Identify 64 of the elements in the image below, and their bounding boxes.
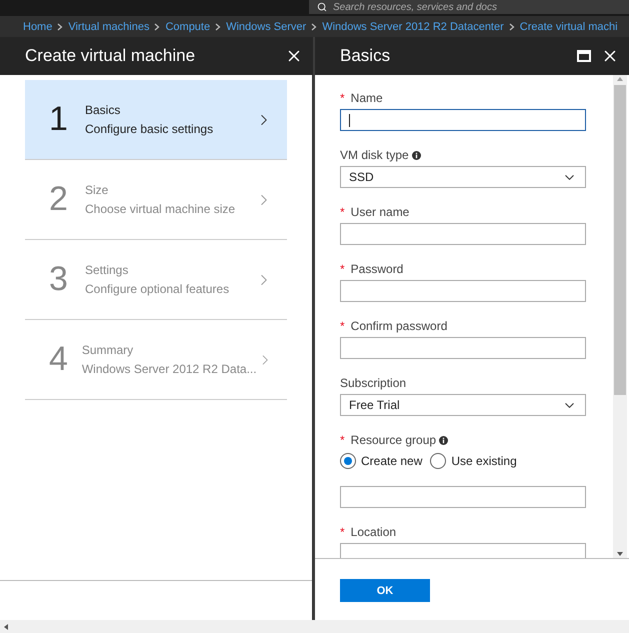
- maximize-button[interactable]: [577, 50, 591, 62]
- chevron-right-icon: [215, 22, 222, 30]
- field-label: Location: [350, 525, 396, 539]
- radio-option[interactable]: Use existing: [430, 453, 517, 469]
- horizontal-scrollbar[interactable]: [0, 620, 629, 633]
- breadcrumb-link[interactable]: Windows Server: [226, 20, 306, 32]
- search-icon: [317, 2, 327, 12]
- input-field[interactable]: [340, 109, 586, 131]
- step-number: 1: [49, 100, 69, 139]
- field-label: Resource group: [350, 433, 436, 447]
- step-title: Summary: [82, 343, 134, 357]
- required-mark: *: [340, 433, 345, 447]
- required-mark: *: [340, 319, 345, 333]
- scrollbar[interactable]: [613, 75, 627, 558]
- required-mark: *: [340, 91, 345, 105]
- breadcrumb-link[interactable]: Virtual machines: [68, 20, 150, 32]
- step-number: 2: [49, 180, 69, 219]
- scroll-down-icon[interactable]: [616, 550, 624, 558]
- step-subtitle: Windows Server 2012 R2 Data...: [82, 362, 257, 376]
- radio-button[interactable]: [430, 453, 446, 469]
- step-subtitle: Configure optional features: [85, 282, 230, 296]
- chevron-right-icon: [154, 22, 160, 30]
- breadcrumb-link[interactable]: Windows Server 2012 R2 Datacenter: [322, 20, 504, 32]
- chevron-right-icon: [508, 22, 515, 30]
- radio-label: Use existing: [451, 454, 517, 468]
- search-field[interactable]: Search resources, services and docs: [309, 0, 629, 14]
- input-field[interactable]: [340, 486, 586, 508]
- scroll-left-icon[interactable]: [3, 622, 9, 630]
- dropdown[interactable]: SSD: [340, 166, 586, 188]
- field-label: User name: [350, 205, 410, 219]
- radio-label: Create new: [361, 454, 422, 468]
- step-title: Basics: [85, 103, 122, 117]
- input-field[interactable]: [340, 280, 586, 302]
- radio-button[interactable]: [340, 453, 356, 469]
- dropdown[interactable]: Free Trial: [340, 394, 586, 416]
- required-mark: *: [340, 525, 345, 539]
- step-title: Settings: [85, 263, 130, 277]
- input-field[interactable]: [340, 223, 586, 245]
- wizard-step[interactable]: 1 Basics Configure basic settings: [25, 80, 287, 160]
- step-number: 3: [49, 260, 69, 299]
- chevron-right-icon: [57, 22, 64, 30]
- required-mark: *: [340, 205, 345, 219]
- breadcrumb-link[interactable]: Home: [23, 20, 52, 32]
- breadcrumb-link[interactable]: Compute: [165, 20, 210, 32]
- required-mark: *: [340, 262, 345, 276]
- step-title: Size: [85, 183, 110, 197]
- blade-title: Basics: [340, 46, 392, 66]
- chevron-right-icon: [311, 22, 318, 30]
- text-cursor: [349, 114, 350, 126]
- info-icon[interactable]: [439, 436, 448, 444]
- breadcrumb-link[interactable]: Create virtual machi: [520, 20, 618, 32]
- radio-option[interactable]: Create new: [340, 453, 422, 469]
- blade-title: Create virtual machine: [25, 46, 196, 66]
- input-field[interactable]: [340, 337, 586, 359]
- field-label: Password: [350, 262, 404, 276]
- field-label: Name: [350, 91, 383, 105]
- ok-button[interactable]: OK: [340, 579, 430, 602]
- step-subtitle: Choose virtual machine size: [85, 202, 236, 216]
- step-number: 4: [49, 340, 69, 379]
- field-label: VM disk type: [340, 148, 409, 162]
- step-subtitle: Configure basic settings: [85, 122, 214, 136]
- field-label: Subscription: [340, 376, 406, 390]
- field-label: Confirm password: [350, 319, 448, 333]
- info-icon[interactable]: [412, 150, 421, 160]
